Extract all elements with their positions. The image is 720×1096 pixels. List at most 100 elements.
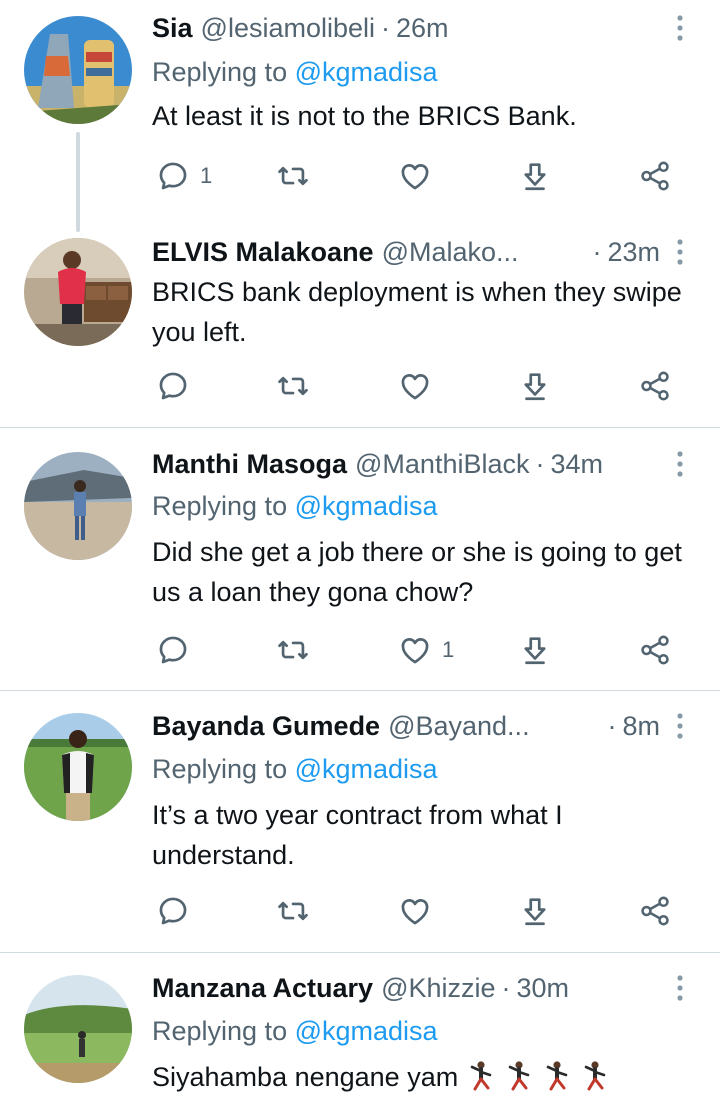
username[interactable]: @Khizzie — [381, 970, 495, 1006]
avatar[interactable] — [24, 238, 132, 346]
like-button[interactable] — [398, 156, 442, 196]
display-name[interactable]: Bayanda Gumede — [152, 708, 380, 744]
like-icon — [401, 638, 429, 664]
timestamp[interactable]: 8m — [622, 708, 660, 744]
share-icon — [524, 373, 546, 401]
more-vertical-icon[interactable] — [664, 970, 696, 1006]
dancing-person-emoji — [508, 1061, 530, 1091]
timestamp[interactable]: 23m — [607, 234, 660, 270]
avatar[interactable] — [24, 16, 132, 124]
reply-button[interactable] — [156, 630, 200, 670]
share-network-icon — [641, 896, 669, 926]
avatar[interactable] — [24, 975, 132, 1083]
mention-link[interactable]: @kgmadisa — [295, 754, 438, 784]
retweet-button[interactable] — [276, 630, 310, 670]
username[interactable]: @Bayand... — [388, 708, 530, 744]
share-icon — [524, 637, 546, 665]
display-name[interactable]: Manthi Masoga — [152, 446, 347, 482]
tweet-reply[interactable]: Bayanda Gumede @Bayand... · 8m Replying … — [0, 691, 720, 953]
separator-dot: · — [501, 973, 511, 1003]
share-network-button[interactable] — [638, 156, 672, 196]
tweet-reply[interactable]: Manthi Masoga @ManthiBlack · 34m Replyin… — [0, 428, 720, 690]
share-network-icon — [641, 161, 669, 191]
tweet-text: At least it is not to the BRICS Bank. — [152, 101, 577, 131]
mention-link[interactable]: @kgmadisa — [295, 57, 438, 87]
reply-feed: Sia @lesiamolibeli · 26m Replying to @kg… — [0, 0, 720, 1096]
like-icon — [401, 374, 429, 400]
tweet-reply[interactable]: Manzana Actuary @Khizzie · 30m Replying … — [0, 953, 720, 1096]
like-icon — [401, 164, 429, 190]
more-vertical-icon[interactable] — [664, 446, 696, 482]
share-network-button[interactable] — [638, 891, 672, 931]
tweet-header: Manzana Actuary @Khizzie · 30m — [152, 970, 660, 1006]
like-icon — [401, 899, 429, 925]
display-name[interactable]: ELVIS Malakoane — [152, 234, 374, 270]
timestamp[interactable]: 26m — [396, 10, 449, 46]
reply-icon — [159, 636, 187, 664]
tweet-text: Did she get a job there or she is going … — [152, 537, 682, 607]
timestamp[interactable]: 30m — [517, 970, 570, 1006]
tweet-text-content: Siyahamba nengane yam — [152, 1062, 459, 1092]
tweet-header: ELVIS Malakoane @Malako... · 23m — [152, 234, 660, 270]
separator-dot: · — [381, 13, 391, 43]
tweet-text: BRICS bank deployment is when they swipe… — [152, 277, 682, 347]
replying-to: Replying to @kgmadisa — [152, 54, 438, 90]
share-network-button[interactable] — [638, 630, 672, 670]
username[interactable]: @lesiamolibeli — [201, 10, 375, 46]
tweet-header: Sia @lesiamolibeli · 26m — [152, 10, 660, 46]
retweet-icon — [278, 640, 308, 660]
share-button[interactable] — [518, 156, 552, 196]
timestamp[interactable]: 34m — [551, 446, 604, 482]
retweet-icon — [278, 901, 308, 921]
retweet-button[interactable] — [276, 366, 310, 406]
like-button[interactable] — [398, 366, 442, 406]
username[interactable]: @Malako... — [382, 234, 519, 270]
tweet-text: Siyahamba nengane yam — [152, 1057, 697, 1096]
more-vertical-icon[interactable] — [664, 10, 696, 46]
share-icon — [524, 163, 546, 191]
display-name[interactable]: Manzana Actuary — [152, 970, 373, 1006]
share-network-button[interactable] — [638, 366, 672, 406]
username[interactable]: @ManthiBlack — [355, 446, 529, 482]
action-bar — [152, 366, 692, 406]
share-button[interactable] — [518, 366, 552, 406]
retweet-button[interactable] — [276, 891, 310, 931]
action-bar: 1 — [152, 630, 692, 670]
replying-to: Replying to @kgmadisa — [152, 1013, 438, 1049]
mention-link[interactable]: @kgmadisa — [295, 491, 438, 521]
reply-button[interactable] — [156, 366, 200, 406]
dancing-person-emoji — [546, 1061, 568, 1091]
separator-dot: · — [535, 449, 545, 479]
share-button[interactable] — [518, 891, 552, 931]
reply-count: 1 — [200, 163, 213, 188]
reply-icon — [159, 372, 187, 400]
share-button[interactable] — [518, 630, 552, 670]
share-network-icon — [641, 635, 669, 665]
tweet-reply[interactable]: Sia @lesiamolibeli · 26m Replying to @kg… — [0, 0, 720, 232]
separator-dot: · — [607, 711, 617, 741]
like-button[interactable]: 1 — [398, 630, 454, 670]
retweet-button[interactable] — [276, 156, 310, 196]
tweet-text: It’s a two year contract from what I und… — [152, 800, 563, 870]
like-button[interactable] — [398, 891, 442, 931]
display-name[interactable]: Sia — [152, 10, 193, 46]
replying-label: Replying to — [152, 491, 288, 521]
replying-label: Replying to — [152, 754, 288, 784]
more-vertical-icon[interactable] — [664, 234, 696, 270]
share-network-icon — [641, 371, 669, 401]
tweet-header: Manthi Masoga @ManthiBlack · 34m — [152, 446, 660, 482]
separator-dot: · — [592, 237, 602, 267]
mention-link[interactable]: @kgmadisa — [295, 1016, 438, 1046]
replying-to: Replying to @kgmadisa — [152, 488, 438, 524]
action-bar: 1 — [152, 156, 692, 196]
replying-label: Replying to — [152, 1016, 288, 1046]
reply-button[interactable] — [156, 891, 200, 931]
reply-button[interactable]: 1 — [156, 156, 212, 196]
tweet-header: Bayanda Gumede @Bayand... · 8m — [152, 708, 660, 744]
avatar[interactable] — [24, 713, 132, 821]
more-vertical-icon[interactable] — [664, 708, 696, 744]
avatar[interactable] — [24, 452, 132, 560]
tweet-reply[interactable]: ELVIS Malakoane @Malako... · 23m BRICS b… — [0, 232, 720, 426]
emoji-row — [458, 1061, 610, 1092]
share-icon — [524, 898, 546, 926]
